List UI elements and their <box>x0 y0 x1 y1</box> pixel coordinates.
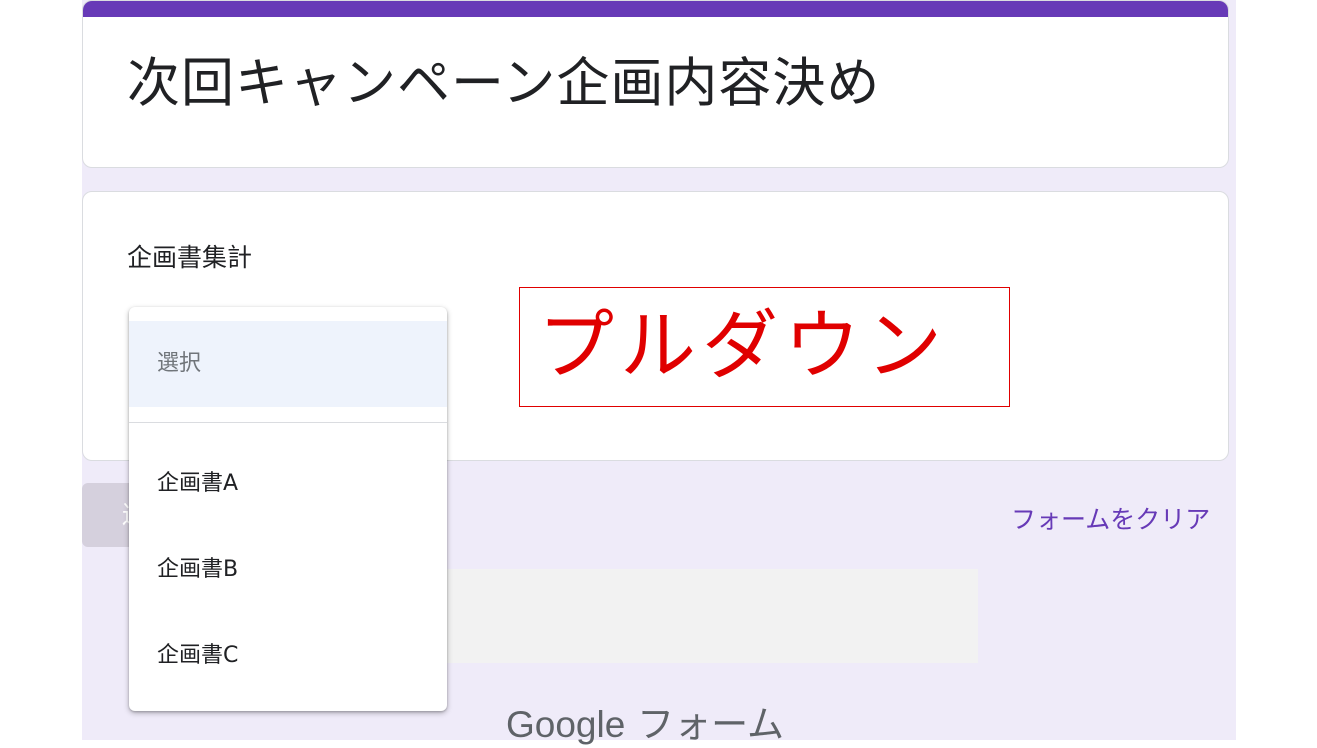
clear-form-link[interactable]: フォームをクリア <box>1011 500 1210 536</box>
recaptcha-area <box>422 569 978 663</box>
dropdown-menu[interactable]: 選択 企画書A 企画書B 企画書C <box>129 307 447 711</box>
form-title: 次回キャンペーン企画内容決め <box>127 53 881 114</box>
footer-brand: Google <box>506 704 626 745</box>
dropdown-divider <box>129 422 447 423</box>
dropdown-option-b[interactable]: 企画書B <box>157 551 238 583</box>
form-header-card: 次回キャンペーン企画内容決め <box>82 0 1229 168</box>
header-accent-bar <box>83 1 1228 17</box>
annotation-callout: プルダウン <box>519 287 1010 407</box>
question-label: 企画書集計 <box>127 243 253 272</box>
dropdown-option-a[interactable]: 企画書A <box>157 465 238 497</box>
dropdown-option-placeholder[interactable]: 選択 <box>129 321 447 407</box>
dropdown-option-c[interactable]: 企画書C <box>157 637 238 669</box>
